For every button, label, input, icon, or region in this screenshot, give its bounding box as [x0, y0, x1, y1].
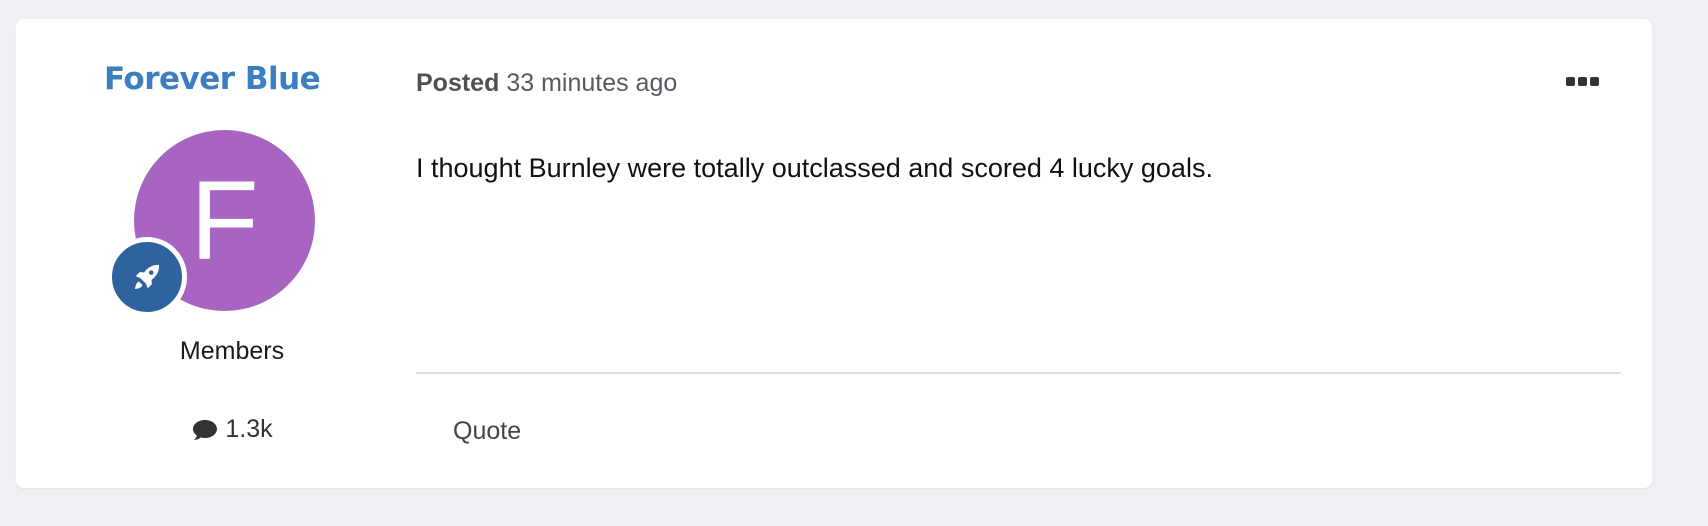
ellipsis-icon[interactable]	[1562, 69, 1602, 93]
author-panel: Forever Blue F Members 1.3k	[16, 19, 400, 488]
comment-icon	[193, 419, 218, 440]
ellipsis-dot	[1577, 76, 1587, 86]
divider	[416, 372, 1621, 374]
post-time-link[interactable]: 33 minutes ago	[506, 69, 677, 97]
post-count-value: 1.3k	[225, 415, 273, 443]
posted-label: Posted	[416, 69, 500, 97]
rank-rocket-glyph	[134, 264, 160, 290]
quote-button[interactable]: Quote	[453, 417, 521, 446]
ellipsis-dot	[1589, 76, 1599, 86]
member-group: Members	[179, 337, 285, 365]
post-count: 1.3k	[16, 415, 448, 444]
rocket-icon	[107, 237, 187, 317]
post-card: Forever Blue F Members 1.3k Posted 33 mi…	[16, 19, 1652, 488]
author-name-link[interactable]: Forever Blue	[104, 61, 321, 97]
ellipsis-dot	[1565, 76, 1575, 86]
post-meta: Posted 33 minutes ago	[416, 69, 677, 98]
post-content: I thought Burnley were totally outclasse…	[416, 153, 1213, 183]
